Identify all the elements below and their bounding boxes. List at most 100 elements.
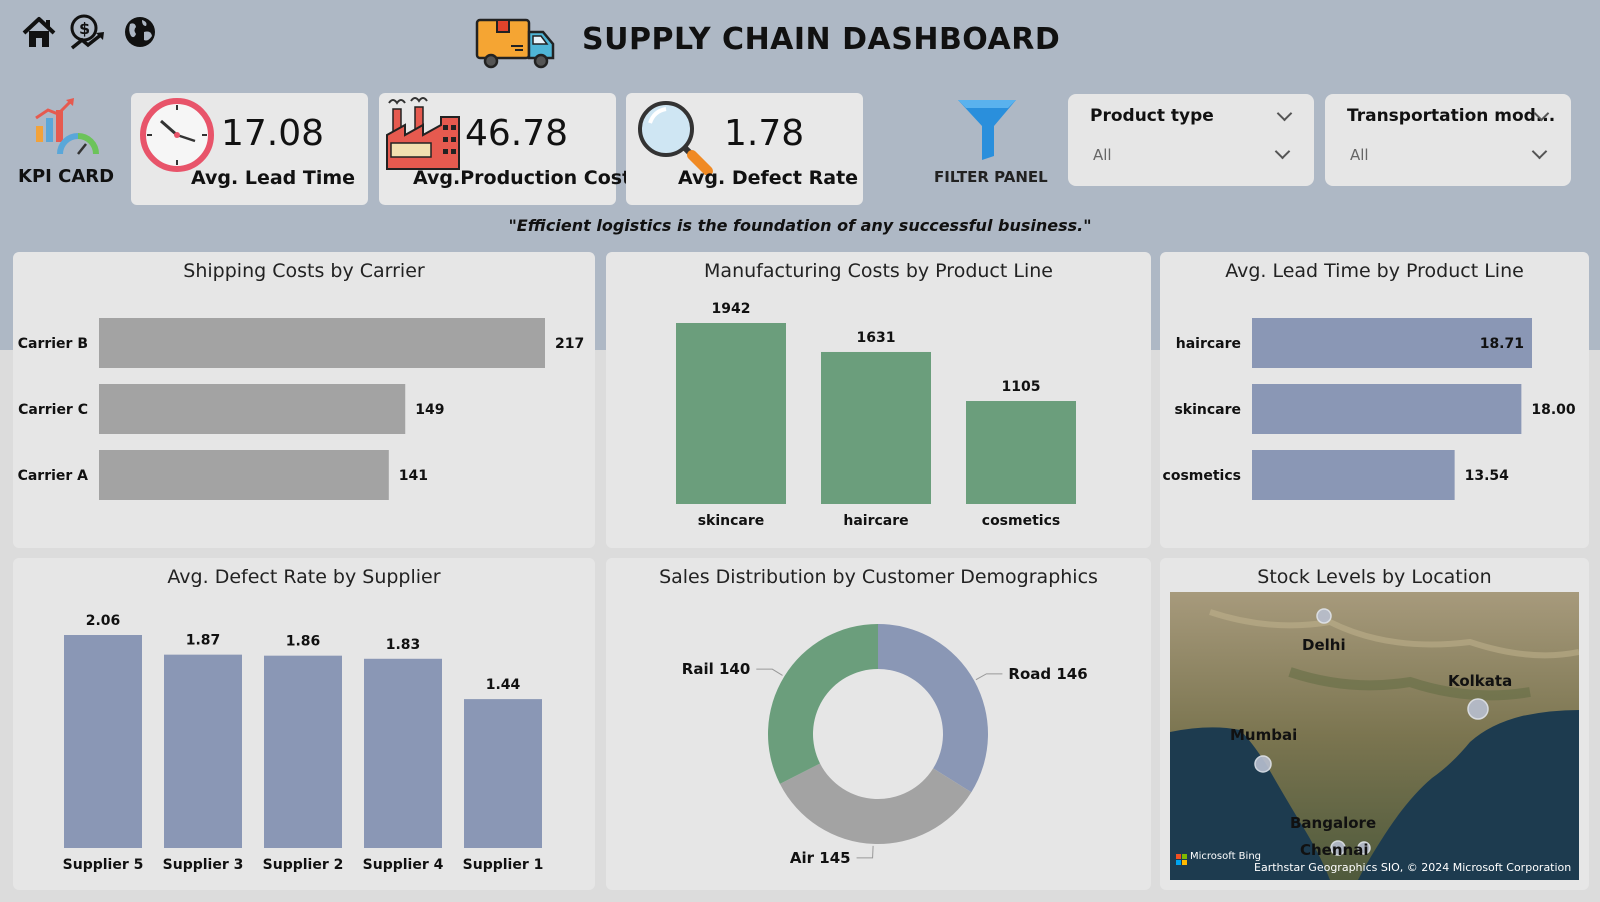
- data-label: Road 146: [1008, 665, 1087, 683]
- chart-title: Stock Levels by Location: [1257, 566, 1492, 588]
- bar: [676, 323, 786, 504]
- data-label: 18.00: [1531, 402, 1576, 418]
- bar: [966, 401, 1076, 504]
- category-label: Supplier 3: [163, 857, 244, 873]
- data-label: Rail 140: [682, 660, 751, 678]
- bar: [821, 351, 931, 504]
- bar: [464, 699, 542, 848]
- manufacturing-costs-chart: 1942 skincare 1631 haircare 1105 cosmetics: [676, 301, 1076, 529]
- kpi-label: Avg. Defect Rate: [678, 167, 859, 189]
- shipping-costs-chart: Carrier B 217 Carrier C 149 Carrier A 141: [18, 318, 584, 500]
- bar: [99, 450, 389, 500]
- bar: [99, 384, 406, 434]
- map-logo-text: Microsoft Bing: [1190, 851, 1262, 862]
- shipping-costs-panel: Shipping Costs by Carrier Carrier B 217 Ca…: [13, 252, 595, 548]
- globe-icon[interactable]: [122, 14, 160, 52]
- leader-line: [975, 673, 1003, 681]
- chevron-down-icon[interactable]: [1531, 143, 1548, 160]
- chevron-down-icon[interactable]: [1276, 105, 1293, 122]
- kpi-value: 17.08: [221, 113, 325, 154]
- kpi-card-label: KPI CARD: [18, 166, 115, 187]
- data-label: Air 145: [790, 849, 851, 867]
- category-label: Carrier C: [18, 402, 88, 418]
- category-label: cosmetics: [982, 513, 1060, 529]
- slicer-title: Product type: [1090, 106, 1214, 126]
- data-label: 1.44: [486, 677, 521, 693]
- sales-distribution-panel: Sales Distribution by Customer Demograph…: [606, 558, 1151, 890]
- data-label: 1942: [712, 301, 751, 317]
- sales-distribution-chart: Road 146 Air 145 Rail 140: [682, 624, 1088, 867]
- kpi-chart-icon: [30, 96, 100, 164]
- data-label: 2.06: [86, 613, 121, 629]
- map-city-label: Bangalore: [1290, 814, 1377, 832]
- data-label: 217: [555, 336, 584, 352]
- bar: [364, 658, 442, 848]
- bar: [1252, 384, 1522, 434]
- category-label: skincare: [1174, 402, 1241, 418]
- dollar-trend-icon[interactable]: $: [68, 14, 106, 52]
- data-label: 1.87: [186, 633, 221, 649]
- india-map[interactable]: Delhi Kolkata Mumbai Bangalore Chennai M…: [1170, 592, 1580, 880]
- data-label: 1.83: [386, 637, 421, 653]
- map-city-label: Chennai: [1300, 841, 1369, 859]
- bar: [164, 654, 242, 848]
- microsoft-logo-icon: [1176, 850, 1187, 865]
- clock-icon: [139, 97, 215, 173]
- donut-slice: [878, 624, 988, 793]
- bar: [99, 318, 545, 368]
- defect-rate-chart: 2.06 Supplier 5 1.87 Supplier 3 1.86 Supplier…: [63, 613, 544, 873]
- svg-text:$: $: [79, 19, 90, 38]
- data-label: 18.71: [1480, 336, 1524, 352]
- category-label: haircare: [1176, 336, 1241, 352]
- data-label: 1631: [857, 330, 896, 346]
- data-label: 1105: [1002, 379, 1041, 395]
- kpi-label: Avg.Production Cost: [413, 167, 632, 189]
- data-label: 13.54: [1465, 468, 1510, 484]
- category-label: haircare: [843, 513, 908, 529]
- manufacturing-costs-panel: Manufacturing Costs by Product Line 1942…: [606, 252, 1151, 548]
- bar: [264, 655, 342, 848]
- donut-slice: [768, 624, 878, 784]
- kpi-avg-production-cost: 46.78 Avg.Production Cost: [379, 93, 631, 205]
- data-label: 1.86: [286, 634, 321, 650]
- data-label: 141: [399, 468, 428, 484]
- category-label: Supplier 5: [63, 857, 144, 873]
- quote-text: "Efficient logistics is the foundation o…: [508, 216, 1092, 235]
- slicer-selected-value[interactable]: All: [1350, 146, 1369, 164]
- map-city-label: Kolkata: [1448, 672, 1513, 690]
- map-attribution: Earthstar Geographics SIO, © 2024 Micros…: [1254, 861, 1572, 874]
- kpi-label: Avg. Lead Time: [191, 167, 356, 189]
- donut-slice: [779, 763, 972, 844]
- dashboard-title: SUPPLY CHAIN DASHBOARD: [582, 22, 1061, 57]
- category-label: Supplier 4: [363, 857, 444, 873]
- bar: [1252, 450, 1455, 500]
- kpi-value: 1.78: [724, 113, 805, 154]
- product-type-slicer[interactable]: Product type All: [1068, 94, 1314, 186]
- category-label: Carrier B: [18, 336, 88, 352]
- kpi-avg-defect-rate: 1.78 Avg. Defect Rate: [626, 93, 863, 205]
- leader-line: [856, 845, 874, 859]
- slicer-title: Transportation mod...: [1347, 106, 1556, 126]
- filter-panel-label: FILTER PANEL: [934, 168, 1048, 186]
- slicer-selected-value[interactable]: All: [1093, 146, 1112, 164]
- data-label: 149: [415, 402, 444, 418]
- category-label: skincare: [698, 513, 765, 529]
- delivery-truck-icon: [475, 16, 557, 70]
- category-label: Supplier 1: [463, 857, 544, 873]
- map-city-label: Delhi: [1302, 636, 1346, 654]
- category-label: Supplier 2: [263, 857, 344, 873]
- home-icon[interactable]: [20, 14, 58, 52]
- chevron-down-icon[interactable]: [1274, 143, 1291, 160]
- stock-levels-panel: Stock Levels by Location Delhi Kolkata M…: [1160, 558, 1589, 890]
- leader-line: [756, 668, 783, 676]
- category-label: cosmetics: [1163, 468, 1241, 484]
- map-city-label: Mumbai: [1230, 726, 1298, 744]
- category-label: Carrier A: [18, 468, 89, 484]
- factory-icon: [385, 95, 461, 171]
- avg-lead-time-panel: Avg. Lead Time by Product Line haircare 1…: [1160, 252, 1589, 548]
- avg-lead-time-chart: haircare 18.71 skincare 18.00 cosmetics 13.54: [1163, 318, 1576, 500]
- kpi-value: 46.78: [465, 113, 569, 154]
- magnifier-icon: [636, 99, 716, 176]
- bar: [64, 635, 142, 848]
- transportation-mode-slicer[interactable]: Transportation mod... All: [1325, 94, 1571, 186]
